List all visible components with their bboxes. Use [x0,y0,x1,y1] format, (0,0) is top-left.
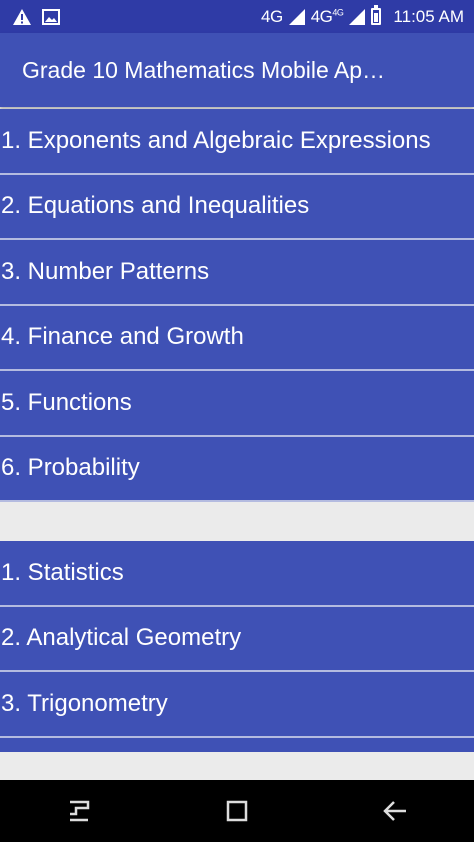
list-item-statistics[interactable]: 1. Statistics [0,541,474,607]
screen: 4G 4G4G 11:05 AM Grade 10 Mathematics Mo… [0,0,474,842]
signal-icon-2 [349,8,366,25]
network-label-1: 4G [261,6,283,26]
network-label-2-text: 4G [310,6,333,26]
chapter-list-2: 1. Statistics 2. Analytical Geometry 3. … [0,541,474,752]
list-item-probability[interactable]: 6. Probability [0,436,474,502]
list-item-analytical-geometry[interactable]: 2. Analytical Geometry [0,606,474,672]
list-item-finance[interactable]: 4. Finance and Growth [0,305,474,371]
chapter-list-1: 1. Exponents and Algebraic Expressions 2… [0,109,474,502]
back-button[interactable] [375,791,415,831]
status-left [12,8,60,26]
network-label-2: 4G4G [311,7,344,27]
nav-bar [0,780,474,842]
status-time: 11:05 AM [393,6,464,26]
list-item-exponents[interactable]: 1. Exponents and Algebraic Expressions [0,109,474,175]
network-label-2-sup: 4G [332,6,344,17]
signal-icon [288,8,305,25]
recents-icon [70,800,90,822]
list-item-partial[interactable] [0,737,474,752]
warning-icon [13,8,31,25]
app-bar: Grade 10 Mathematics Mobile Ap… [0,33,474,107]
recents-button[interactable] [59,791,99,831]
list-item-functions[interactable]: 5. Functions [0,371,474,437]
status-bar: 4G 4G4G 11:05 AM [0,0,474,33]
home-icon [226,800,248,822]
back-arrow-icon [383,801,406,821]
list-item-trigonometry[interactable]: 3. Trigonometry [0,672,474,738]
battery-icon [371,5,382,25]
image-icon [42,8,60,25]
home-button[interactable] [217,791,257,831]
app-title: Grade 10 Mathematics Mobile Ap… [22,56,386,83]
list-item-equations[interactable]: 2. Equations and Inequalities [0,174,474,240]
list-item-number-patterns[interactable]: 3. Number Patterns [0,240,474,306]
status-right: 4G 4G4G 11:05 AM [261,5,464,27]
